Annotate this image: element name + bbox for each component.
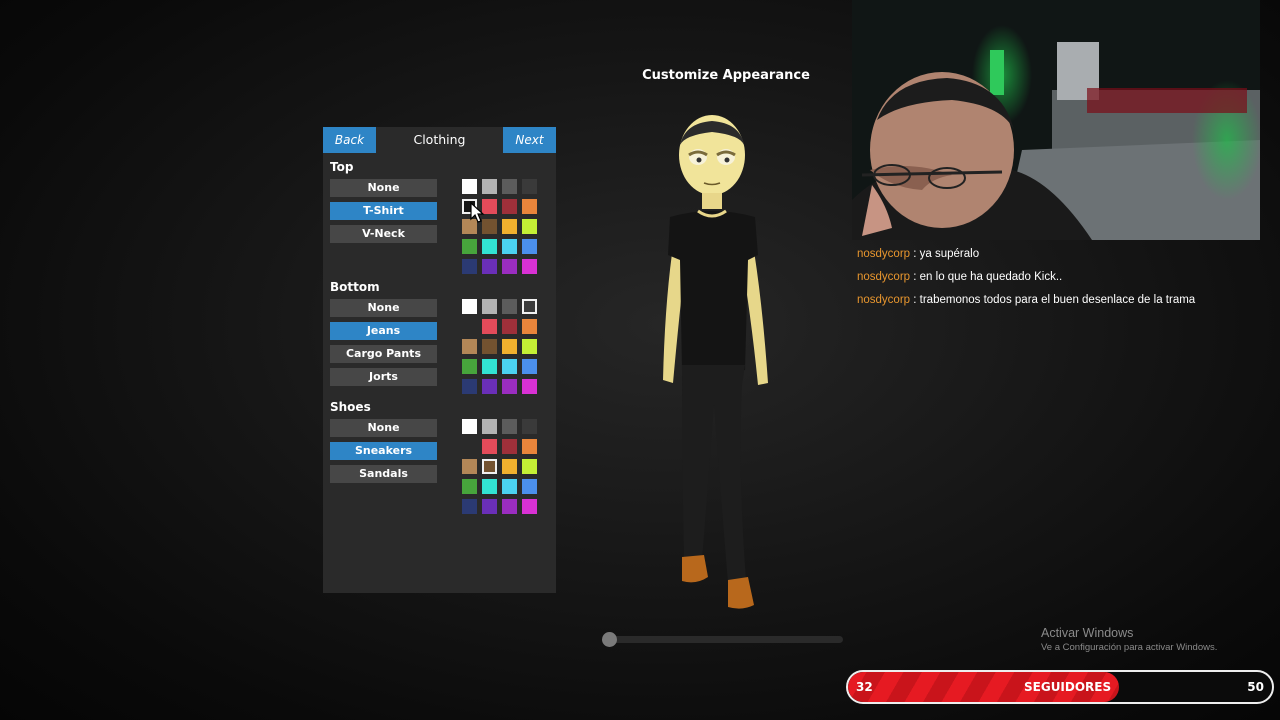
- shoes-color-swatch[interactable]: [522, 479, 537, 494]
- shoes-color-swatch[interactable]: [462, 419, 477, 434]
- shoes-color-swatch[interactable]: [502, 499, 517, 514]
- bottom-option-jeans[interactable]: Jeans: [330, 322, 437, 340]
- top-color-swatch[interactable]: [522, 239, 537, 254]
- bottom-color-swatch[interactable]: [522, 319, 537, 334]
- shoes-color-swatch[interactable]: [502, 459, 517, 474]
- top-color-swatch[interactable]: [502, 239, 517, 254]
- rotation-slider-track[interactable]: [603, 636, 843, 643]
- top-color-swatch[interactable]: [502, 179, 517, 194]
- webcam-image: [852, 0, 1260, 240]
- chat-message: nosdycorp : en lo que ha quedado Kick..: [857, 269, 1277, 292]
- section-label-bottom: Bottom: [330, 280, 380, 294]
- chat-panel: nosdycorp : ya supéralo nosdycorp : en lo…: [857, 246, 1277, 315]
- bottom-color-swatch[interactable]: [522, 299, 537, 314]
- follower-current: 32: [856, 680, 873, 694]
- bottom-color-swatch[interactable]: [462, 299, 477, 314]
- shoes-color-swatch[interactable]: [482, 499, 497, 514]
- watermark-title: Activar Windows: [1041, 626, 1134, 640]
- shoes-color-swatch[interactable]: [502, 419, 517, 434]
- bottom-color-swatch[interactable]: [522, 379, 537, 394]
- section-label-top: Top: [330, 160, 354, 174]
- bottom-color-swatch[interactable]: [502, 379, 517, 394]
- character-preview[interactable]: [630, 115, 800, 625]
- bottom-color-swatch[interactable]: [502, 299, 517, 314]
- mouse-cursor-icon: [470, 202, 485, 223]
- shoes-color-swatch[interactable]: [482, 479, 497, 494]
- chat-username[interactable]: nosdycorp: [857, 271, 910, 283]
- top-color-swatch[interactable]: [522, 199, 537, 214]
- clothing-panel: Back Clothing Next Top None T-Shirt V-Neck B…: [323, 127, 556, 593]
- top-option-t-shirt[interactable]: T-Shirt: [330, 202, 437, 220]
- bottom-color-swatch[interactable]: [462, 379, 477, 394]
- bottom-color-swatch[interactable]: [522, 339, 537, 354]
- rotation-slider-thumb[interactable]: [602, 632, 617, 647]
- shoes-color-swatch[interactable]: [502, 479, 517, 494]
- top-color-swatch[interactable]: [522, 179, 537, 194]
- chat-username[interactable]: nosdycorp: [857, 294, 910, 306]
- top-color-swatch[interactable]: [522, 219, 537, 234]
- chat-text: : trabemonos todos para el buen desenlac…: [910, 294, 1196, 306]
- shoes-color-swatch[interactable]: [522, 499, 537, 514]
- shoes-color-swatch[interactable]: [522, 459, 537, 474]
- next-button[interactable]: Next: [503, 127, 556, 153]
- shoes-color-swatch[interactable]: [462, 439, 477, 454]
- top-option-v-neck[interactable]: V-Neck: [330, 225, 437, 243]
- shoes-option-none[interactable]: None: [330, 419, 437, 437]
- shoes-color-swatch[interactable]: [462, 479, 477, 494]
- back-button[interactable]: Back: [323, 127, 376, 153]
- bottom-option-jorts[interactable]: Jorts: [330, 368, 437, 386]
- shoes-color-swatch[interactable]: [462, 499, 477, 514]
- screen-title: Customize Appearance: [642, 68, 810, 83]
- bottom-color-swatch[interactable]: [502, 359, 517, 374]
- bottom-color-swatch[interactable]: [482, 379, 497, 394]
- bottom-color-swatch[interactable]: [462, 359, 477, 374]
- bottom-color-swatch[interactable]: [482, 319, 497, 334]
- shoes-color-swatch[interactable]: [462, 459, 477, 474]
- bottom-color-swatch[interactable]: [502, 319, 517, 334]
- top-color-swatch[interactable]: [462, 239, 477, 254]
- bottom-color-swatch[interactable]: [462, 319, 477, 334]
- top-color-swatch[interactable]: [482, 179, 497, 194]
- chat-message: nosdycorp : trabemonos todos para el bue…: [857, 292, 1277, 315]
- section-label-shoes: Shoes: [330, 400, 371, 414]
- bottom-option-cargo-pants[interactable]: Cargo Pants: [330, 345, 437, 363]
- top-color-swatch[interactable]: [482, 239, 497, 254]
- bottom-option-none[interactable]: None: [330, 299, 437, 317]
- shoes-color-swatch[interactable]: [482, 419, 497, 434]
- webcam-feed: [852, 0, 1260, 240]
- top-color-swatch[interactable]: [502, 219, 517, 234]
- top-color-swatch[interactable]: [502, 259, 517, 274]
- top-option-none[interactable]: None: [330, 179, 437, 197]
- shoes-color-swatch[interactable]: [522, 439, 537, 454]
- panel-title: Clothing: [413, 132, 466, 147]
- top-color-swatch[interactable]: [522, 259, 537, 274]
- watermark-subtitle: Ve a Configuración para activar Windows.: [1041, 642, 1218, 653]
- bottom-color-swatch[interactable]: [462, 339, 477, 354]
- bottom-color-swatch[interactable]: [482, 339, 497, 354]
- bottom-color-swatch[interactable]: [502, 339, 517, 354]
- shoes-color-swatch[interactable]: [522, 419, 537, 434]
- bottom-color-swatch[interactable]: [522, 359, 537, 374]
- chat-username[interactable]: nosdycorp: [857, 248, 910, 260]
- follower-goal: 50: [1247, 680, 1264, 694]
- chat-message: nosdycorp : ya supéralo: [857, 246, 1277, 269]
- top-color-swatch[interactable]: [462, 259, 477, 274]
- windows-activation-watermark: Activar Windows Ve a Configuración para …: [1041, 626, 1217, 653]
- top-color-swatch[interactable]: [502, 199, 517, 214]
- follower-label: SEGUIDORES: [1024, 680, 1112, 694]
- shoes-option-sneakers[interactable]: Sneakers: [330, 442, 437, 460]
- shoes-option-sandals[interactable]: Sandals: [330, 465, 437, 483]
- chat-text: : en lo que ha quedado Kick..: [910, 271, 1063, 283]
- shoes-color-swatch[interactable]: [482, 439, 497, 454]
- top-color-swatch[interactable]: [482, 259, 497, 274]
- shoes-color-swatch[interactable]: [502, 439, 517, 454]
- chat-text: : ya supéralo: [910, 248, 980, 260]
- panel-header: Back Clothing Next: [323, 127, 556, 153]
- top-color-swatch[interactable]: [462, 179, 477, 194]
- bottom-color-swatch[interactable]: [482, 359, 497, 374]
- bottom-color-swatch[interactable]: [482, 299, 497, 314]
- shoes-color-swatch[interactable]: [482, 459, 497, 474]
- follower-goal-bar: 32 SEGUIDORES 50: [846, 670, 1274, 704]
